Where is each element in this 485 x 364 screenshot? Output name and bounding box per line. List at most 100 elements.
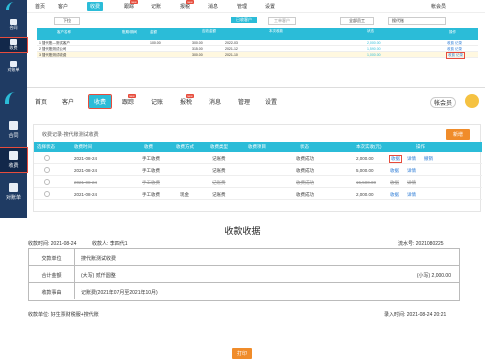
top-navbar: 首页 客户 收费 跟踪 new 记账 报税 new 消息 管理 设置 帐会员 bbox=[27, 0, 485, 13]
nav-bookkeeping[interactable]: 记账 bbox=[151, 3, 161, 10]
cell-amount: 15,500.00 bbox=[356, 180, 377, 185]
cell-date: 2021-08-24 bbox=[74, 180, 98, 185]
logo-icon bbox=[6, 2, 20, 10]
tab-workorder[interactable]: 工单客户 bbox=[268, 17, 296, 25]
cell-money: 1,000.00 bbox=[367, 53, 381, 57]
add-button[interactable]: 新增 bbox=[445, 129, 470, 140]
nav-admin[interactable]: 管理 bbox=[238, 97, 250, 106]
top-customer-table: 客户名称 账期/期间 金额 应收金额 本次收款 状态 操作 1 搜代账—测试客户… bbox=[37, 28, 478, 59]
row-action-link[interactable]: 收据 bbox=[390, 192, 399, 198]
receipt: 收款收据 收款时间: 2021-08-24 收款人: 李四代1 流水号: 202… bbox=[0, 218, 485, 364]
nav-fees[interactable]: 收费 bbox=[87, 94, 113, 109]
nav-settings[interactable]: 设置 bbox=[265, 97, 277, 106]
table-row: 2021-08-24 手工收费 记账费 收费成功 5,000.00 收据 详情 bbox=[34, 165, 482, 176]
top-sidebar: 合同 收费 对账单 bbox=[0, 0, 28, 88]
cell-date: 2022-03 bbox=[225, 41, 238, 45]
cell-money: 2,000.00 bbox=[367, 41, 381, 45]
mid-sidebar: 合同 收费 对账单 bbox=[0, 88, 28, 218]
cell-status: 收费成功 bbox=[296, 168, 314, 173]
nav-admin[interactable]: 管理 bbox=[237, 3, 247, 10]
nav-customer[interactable]: 客户 bbox=[58, 3, 68, 10]
cell-money: 1,590.00 bbox=[367, 47, 381, 51]
row-action-link[interactable]: 收据 bbox=[390, 168, 399, 174]
row-action-link[interactable]: 撤销 bbox=[424, 156, 433, 162]
staff-select[interactable]: 全部员工 bbox=[340, 17, 374, 25]
row-action-link[interactable]: 详情 bbox=[407, 180, 416, 186]
row-action-link[interactable]: 收据 bbox=[389, 155, 402, 163]
sidebar-item-statement[interactable]: 对账单 bbox=[0, 60, 27, 74]
cell-amount: 2,000.00 bbox=[356, 156, 374, 161]
cell-amount: 5,000.00 bbox=[356, 168, 374, 173]
nav-track[interactable]: 跟踪 new bbox=[124, 0, 138, 10]
contract-icon bbox=[9, 121, 18, 130]
receipt-serial: 流水号: 2021080225 bbox=[398, 241, 444, 247]
cell-date: 2021-08-24 bbox=[74, 156, 98, 161]
table-row: 2021-08-24 手工收费 记账费 收费成功 15,500.00 收据 详情 bbox=[34, 177, 482, 188]
cell-date: 2021-08-24 bbox=[74, 192, 98, 197]
row-action-link[interactable]: 详情 bbox=[407, 192, 416, 198]
row-action-link[interactable]: 详情 bbox=[407, 168, 416, 174]
nav-home[interactable]: 首页 bbox=[35, 3, 45, 10]
sidebar-item-statement[interactable]: 对账单 bbox=[0, 180, 27, 204]
nav-customer[interactable]: 客户 bbox=[62, 97, 74, 106]
statement-icon bbox=[10, 61, 17, 67]
nav-home[interactable]: 首页 bbox=[35, 97, 47, 106]
new-badge: new bbox=[128, 94, 136, 98]
cell-name: 3 搜代账测试收费 bbox=[39, 53, 67, 57]
row-action-link[interactable]: 收据 bbox=[390, 180, 399, 186]
nav-tax[interactable]: 报税 new bbox=[180, 94, 194, 106]
table-header: 客户名称 账期/期间 金额 应收金额 本次收款 状态 操作 bbox=[37, 28, 478, 40]
print-button[interactable]: 打印 bbox=[232, 348, 253, 359]
receipt-entry-time: 录入时间: 2021-08-24 20:21 bbox=[384, 312, 447, 318]
receipt-row: 交款单位 搜代账测试收费 bbox=[29, 249, 459, 266]
user-menu[interactable]: 帐会员 bbox=[430, 97, 457, 108]
filter-dropdown[interactable]: 下拉 bbox=[54, 17, 80, 25]
fees-icon bbox=[10, 39, 17, 45]
nav-track[interactable]: 跟踪 new bbox=[122, 94, 136, 106]
cell-status: 收费成功 bbox=[296, 180, 314, 185]
cell-date: 2021-10 bbox=[225, 53, 238, 57]
cell-type: 记账费 bbox=[212, 156, 226, 161]
table-row: 2021-08-24 手工收费 记账费 收费成功 2,000.00 收据 详情 撤销 bbox=[34, 153, 482, 164]
row-radio[interactable] bbox=[44, 155, 50, 161]
sidebar-item-fees[interactable]: 收费 bbox=[0, 147, 28, 173]
logo-icon bbox=[5, 92, 22, 104]
sidebar-item-contract[interactable]: 合同 bbox=[0, 18, 27, 32]
row-action-link[interactable]: 详情 bbox=[407, 156, 416, 162]
tab-charged[interactable]: 已收客户 bbox=[231, 17, 257, 23]
user-menu[interactable]: 帐会员 bbox=[431, 3, 446, 10]
cell-type: 记账费 bbox=[212, 168, 226, 173]
cell-method: 现金 bbox=[180, 192, 189, 197]
cell-due: 300.00 bbox=[192, 53, 203, 57]
cell-op[interactable]: 收费 记录 bbox=[446, 52, 465, 59]
receipt-row: 收款事由 记账费(2021年07月至2021年10月) bbox=[29, 283, 459, 300]
cell-source: 手工收费 bbox=[142, 192, 160, 197]
row-radio[interactable] bbox=[44, 191, 50, 197]
table-row: 2021-08-24 手工收费 现金 记账费 收费成功 2,000.00 收据 详情 bbox=[34, 189, 482, 200]
cell-source: 手工收费 bbox=[142, 168, 160, 173]
nav-messages[interactable]: 消息 bbox=[208, 3, 218, 10]
new-badge: new bbox=[186, 0, 194, 4]
receipt-time: 收款时间: 2021-08-24 bbox=[28, 241, 77, 247]
fees-icon bbox=[9, 151, 18, 160]
receipt-payee: 收款人: 李四代1 bbox=[92, 241, 128, 247]
cell-status: 收费成功 bbox=[296, 156, 314, 161]
row-radio[interactable] bbox=[44, 179, 50, 185]
nav-messages[interactable]: 消息 bbox=[209, 97, 221, 106]
top-screenshot: 合同 收费 对账单 首页 客户 收费 跟踪 new 记账 报税 new 消息 管理 … bbox=[0, 0, 485, 88]
avatar[interactable] bbox=[465, 94, 479, 108]
receipt-row: 合计金额 (大写) 贰仟圆整 (小写) 2,000.00 bbox=[29, 266, 459, 283]
new-badge: new bbox=[186, 94, 194, 98]
cell-type: 记账费 bbox=[212, 192, 226, 197]
row-radio[interactable] bbox=[44, 167, 50, 173]
nav-tax[interactable]: 报税 new bbox=[180, 0, 194, 10]
nav-fees[interactable]: 收费 bbox=[87, 2, 104, 11]
sidebar-item-fees[interactable]: 收费 bbox=[0, 37, 28, 53]
mid-navbar: 首页 客户 收费 跟踪 new 记账 报税 new 消息 管理 设置 帐会员 bbox=[27, 88, 485, 114]
mid-screenshot: 合同 收费 对账单 首页 客户 收费 跟踪 new 记账 报税 new 消息 管理 … bbox=[0, 88, 485, 218]
nav-settings[interactable]: 设置 bbox=[265, 3, 275, 10]
search-input[interactable]: 搜代账 bbox=[388, 17, 446, 25]
nav-bookkeeping[interactable]: 记账 bbox=[151, 97, 163, 106]
cell-date: 2021-12 bbox=[225, 47, 238, 51]
sidebar-item-contract[interactable]: 合同 bbox=[0, 118, 27, 142]
